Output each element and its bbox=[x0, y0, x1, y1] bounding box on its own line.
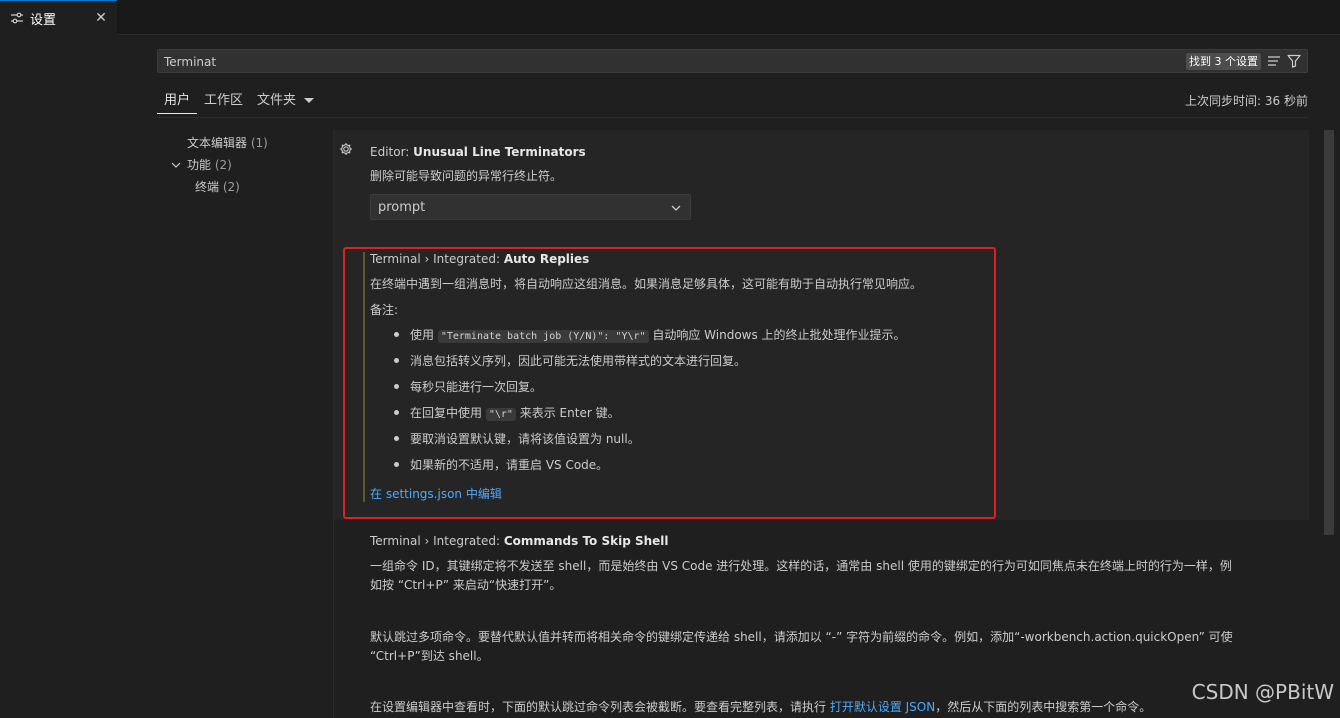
setting-category: Terminal › Integrated: bbox=[370, 534, 504, 548]
setting-description-line: 默认跳过多项命令。要替代默认值并转而将相关命令的键绑定传递给 shell，请添加… bbox=[370, 630, 1233, 644]
close-icon[interactable]: ✕ bbox=[93, 10, 109, 26]
text: 在设置编辑器中查看时，下面的默认跳过命令列表会被截断。要查看完整列表，请执行 bbox=[370, 700, 830, 714]
sync-status: 上次同步时间: 36 秒前 bbox=[1185, 94, 1308, 108]
tab-workspace[interactable]: 工作区 bbox=[197, 88, 250, 114]
toc-item-features[interactable]: 功能 (2) bbox=[157, 154, 332, 176]
list-item: 如果新的不适用，请重启 VS Code。 bbox=[390, 456, 906, 482]
clear-filter-icon[interactable] bbox=[1266, 53, 1282, 69]
filter-icon[interactable] bbox=[1286, 53, 1302, 69]
setting-category: Terminal › Integrated: bbox=[370, 252, 504, 266]
open-default-settings-json-link[interactable]: 打开默认设置 JSON bbox=[830, 700, 935, 714]
setting-name: Auto Replies bbox=[503, 252, 590, 266]
inline-code: "\r" bbox=[485, 408, 516, 421]
editor-tab-bar: 设置 ✕ bbox=[0, 0, 1340, 35]
text: 在回复中使用 bbox=[410, 406, 486, 420]
setting-category: Editor: bbox=[370, 145, 414, 159]
setting-select[interactable]: prompt bbox=[370, 194, 691, 220]
list-item: 使用 "Terminate batch job (Y/N)": "Y\r" 自动… bbox=[390, 326, 906, 352]
scrollbar[interactable] bbox=[1324, 130, 1334, 535]
setting-title: Editor: Unusual Line Terminators bbox=[370, 145, 586, 159]
watermark: CSDN @PBitW bbox=[1191, 680, 1334, 704]
chevron-down-icon bbox=[304, 98, 315, 103]
gear-icon[interactable] bbox=[338, 141, 354, 157]
tab-user[interactable]: 用户 bbox=[157, 88, 198, 114]
setting-item: Terminal › Integrated: Commands To Skip … bbox=[334, 520, 1309, 718]
setting-description-line: 一组命令 ID，其键绑定将不发送至 shell，而是始终由 VS Code 进行… bbox=[370, 559, 1232, 573]
search-input[interactable] bbox=[164, 53, 1064, 71]
toc-item-text-editor[interactable]: 文本编辑器 (1) bbox=[157, 132, 332, 154]
list-item: 消息包括转义序列，因此可能无法使用带样式的文本进行回复。 bbox=[390, 352, 906, 378]
note-label: 备注: bbox=[370, 303, 399, 317]
modified-indicator bbox=[363, 252, 365, 502]
list-item: 要取消设置默认键，请将该值设置为 null。 bbox=[390, 430, 906, 456]
settings-search-box: 找到 3 个设置 bbox=[157, 49, 1308, 73]
chevron-down-icon bbox=[670, 202, 682, 214]
setting-description: 删除可能导致问题的异常行终止符。 bbox=[370, 169, 563, 183]
toc-label: 功能 bbox=[187, 158, 212, 172]
note-list: 使用 "Terminate batch job (Y/N)": "Y\r" 自动… bbox=[390, 326, 906, 482]
setting-description-line: 在设置编辑器中查看时，下面的默认跳过命令列表会被截断。要查看完整列表，请执行 打… bbox=[370, 698, 1151, 715]
search-result-count: 找到 3 个设置 bbox=[1186, 53, 1261, 70]
tab-folder-label: 文件夹 bbox=[257, 93, 297, 108]
settings-list: Editor: Unusual Line Terminators 删除可能导致问… bbox=[334, 130, 1310, 718]
text: 自动响应 Windows 上的终止批处理作业提示。 bbox=[648, 328, 906, 342]
text: 来表示 Enter 键。 bbox=[515, 406, 620, 420]
setting-item-group: Editor: Unusual Line Terminators 删除可能导致问… bbox=[334, 130, 1309, 520]
inline-code: "Terminate batch job (Y/N)": "Y\r" bbox=[437, 330, 649, 343]
toc-item-terminal[interactable]: 终端 (2) bbox=[157, 176, 332, 198]
setting-description-line: 如按 “Ctrl+P” 来启动“快速打开”。 bbox=[370, 578, 562, 592]
list-item: 每秒只能进行一次回复。 bbox=[390, 378, 906, 404]
tab-title: 设置 bbox=[30, 12, 57, 28]
setting-title: Terminal › Integrated: Commands To Skip … bbox=[370, 534, 669, 548]
select-value: prompt bbox=[378, 200, 426, 215]
tab-settings[interactable]: 设置 ✕ bbox=[0, 0, 117, 35]
toc-count: (1) bbox=[250, 136, 268, 150]
settings-scope-tabs: 用户 工作区 文件夹 bbox=[157, 88, 321, 114]
setting-description-line: “Ctrl+P”到达 shell。 bbox=[370, 649, 489, 663]
settings-toc: 文本编辑器 (1) 功能 (2) 终端 (2) bbox=[157, 132, 332, 198]
settings-sliders-icon bbox=[10, 11, 24, 25]
setting-description: 在终端中遇到一组消息时，将自动响应这组消息。如果消息足够具体，这可能有助于自动执… bbox=[370, 277, 923, 291]
toc-label: 终端 bbox=[195, 180, 220, 194]
list-item: 在回复中使用 "\r" 来表示 Enter 键。 bbox=[390, 404, 906, 430]
toc-count: (2) bbox=[214, 158, 232, 172]
setting-name: Commands To Skip Shell bbox=[503, 534, 669, 548]
toc-label: 文本编辑器 bbox=[187, 136, 248, 150]
tab-folder[interactable]: 文件夹 bbox=[250, 88, 321, 114]
setting-title: Terminal › Integrated: Auto Replies bbox=[370, 252, 589, 266]
setting-name: Unusual Line Terminators bbox=[413, 145, 586, 159]
edit-in-settings-json-link[interactable]: 在 settings.json 中编辑 bbox=[370, 485, 502, 502]
toc-count: (2) bbox=[222, 180, 240, 194]
text: ，然后从下面的列表中搜索第一个命令。 bbox=[935, 700, 1152, 714]
text: 使用 bbox=[410, 328, 438, 342]
divider bbox=[157, 117, 1308, 118]
